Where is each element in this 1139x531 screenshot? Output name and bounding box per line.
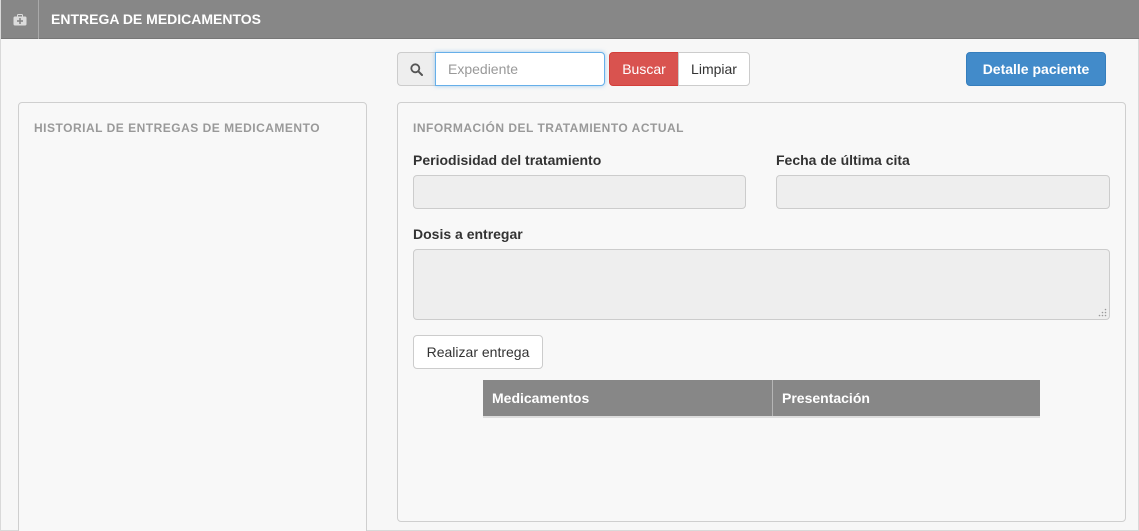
resize-grip-icon[interactable] (1097, 307, 1107, 317)
history-panel: HISTORIAL DE ENTREGAS DE MEDICAMENTO (18, 102, 367, 531)
buscar-button[interactable]: Buscar (609, 52, 679, 86)
periodicity-label: Periodisidad del tratamiento (413, 152, 602, 168)
periodicity-field (413, 175, 746, 209)
search-addon (397, 52, 435, 86)
limpiar-button[interactable]: Limpiar (678, 52, 750, 86)
last-appointment-label: Fecha de última cita (776, 152, 910, 168)
medications-table-header: Medicamentos Presentación (483, 380, 1040, 418)
dose-textarea (413, 249, 1110, 320)
realizar-entrega-button[interactable]: Realizar entrega (413, 335, 543, 369)
page-header: ENTREGA DE MEDICAMENTOS (1, 0, 1139, 39)
last-appointment-field (776, 175, 1110, 209)
history-panel-title: HISTORIAL DE ENTREGAS DE MEDICAMENTO (34, 121, 321, 135)
treatment-panel-title: INFORMACIÓN DEL TRATAMIENTO ACTUAL (413, 121, 684, 135)
app-frame: ENTREGA DE MEDICAMENTOS Buscar Limpiar D… (0, 0, 1139, 531)
column-header-medicamentos[interactable]: Medicamentos (483, 380, 773, 416)
header-icon-box (1, 0, 39, 39)
dose-label: Dosis a entregar (413, 226, 523, 242)
column-header-presentacion[interactable]: Presentación (773, 380, 1040, 416)
expediente-input[interactable] (435, 52, 605, 86)
medkit-icon (13, 13, 26, 25)
detalle-paciente-button[interactable]: Detalle paciente (966, 52, 1106, 86)
search-icon (410, 62, 423, 76)
page-title: ENTREGA DE MEDICAMENTOS (51, 11, 262, 27)
